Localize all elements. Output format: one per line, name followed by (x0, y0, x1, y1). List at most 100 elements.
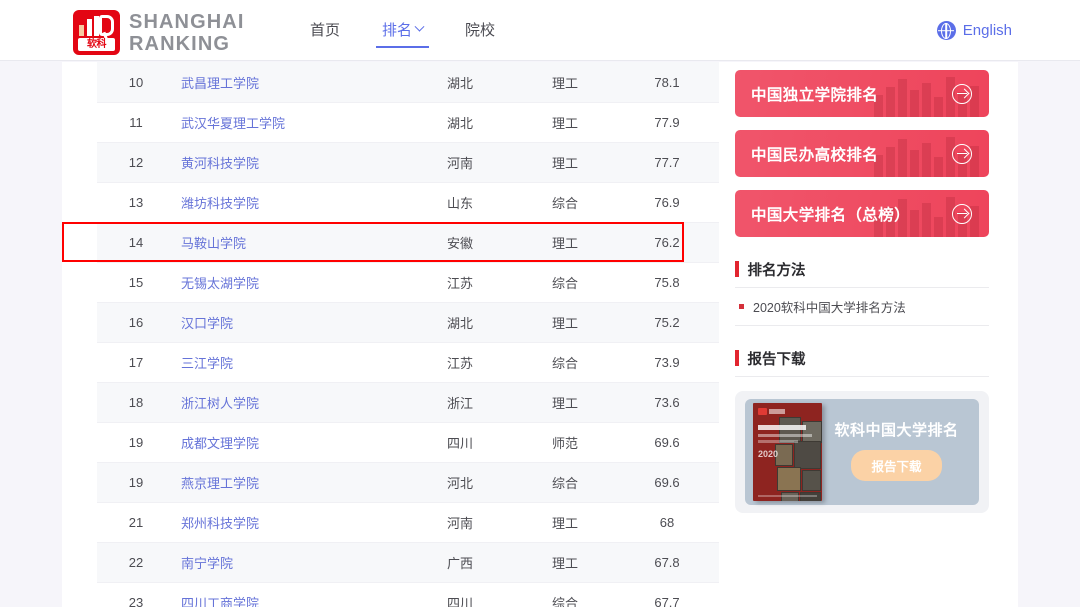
square-bullet-icon (739, 304, 744, 309)
sidebar-banner-3[interactable]: 中国大学排名（总榜） (735, 190, 989, 237)
divider (735, 376, 989, 377)
table-cell-rank: 19 (128, 435, 144, 450)
table-cell-type: 师范 (551, 436, 578, 451)
logo-bars (79, 16, 99, 36)
sidebar: 中国独立学院排名 中国民办高校排名 中国大学排名（总榜） 排名方法 2020软科中国… (735, 70, 989, 513)
table-row[interactable]: 21 郑州科技学院 河南 理工 68 (97, 502, 719, 542)
table-cell-province: 广西 (446, 556, 473, 571)
table-row[interactable]: 23 四川工商学院 四川 综合 67.7 (97, 582, 719, 607)
logo-wordmark: SHANGHAI RANKING (129, 12, 244, 54)
table-cell-type: 理工 (551, 556, 578, 571)
table-cell-university-name[interactable]: 无锡太湖学院 (175, 273, 405, 292)
table-cell-type: 理工 (551, 116, 578, 131)
table-cell-province: 河南 (446, 516, 473, 531)
table-row[interactable]: 19 成都文理学院 四川 师范 69.6 (97, 422, 719, 462)
sidebar-link-ranking-method-2020[interactable]: 2020软科中国大学排名方法 (735, 288, 989, 325)
sidebar-section-title: 报告下载 (747, 351, 806, 368)
table-cell-university-name[interactable]: 郑州科技学院 (175, 513, 405, 532)
table-cell-university-name[interactable]: 三江学院 (175, 353, 405, 372)
table-cell-score: 69.6 (654, 435, 680, 450)
table-cell-score: 75.8 (654, 275, 680, 290)
language-label: English (962, 22, 1012, 39)
table-cell-rank: 11 (129, 115, 143, 130)
report-download-card[interactable]: 2020 软科中国大学排名 报告下载 (735, 391, 989, 513)
table-row[interactable]: 18 浙江树人学院 浙江 理工 73.6 (97, 382, 719, 422)
sidebar-banner-list: 中国独立学院排名 中国民办高校排名 中国大学排名（总榜） (735, 70, 989, 237)
report-card-text-area: 软科中国大学排名 报告下载 (822, 419, 971, 485)
table-cell-score: 67.7 (654, 595, 680, 607)
logo-line-2: RANKING (129, 32, 231, 55)
table-cell-university-name[interactable]: 武汉华夏理工学院 (175, 113, 405, 132)
logo-line-1: SHANGHAI (129, 10, 245, 33)
book-cover-logo (758, 408, 785, 415)
table-cell-province: 四川 (446, 596, 473, 607)
table-cell-university-name[interactable]: 四川工商学院 (175, 593, 405, 607)
table-cell-province: 湖北 (446, 116, 473, 131)
nav-item-rankings[interactable]: 排名 (376, 15, 430, 48)
table-cell-score: 76.2 (654, 235, 680, 250)
table-cell-score: 67.8 (654, 555, 680, 570)
table-cell-university-name[interactable]: 南宁学院 (175, 553, 405, 572)
table-row[interactable]: 10 武昌理工学院 湖北 理工 78.1 (97, 62, 719, 102)
table-cell-type: 综合 (551, 276, 578, 291)
table-cell-score: 78.1 (654, 74, 680, 90)
book-cover-title-bar (758, 425, 806, 430)
table-cell-type: 综合 (551, 596, 578, 607)
sidebar-link-label: 2020软科中国大学排名方法 (753, 301, 906, 315)
table-cell-type: 综合 (551, 196, 578, 211)
book-cover-subtitle-bar-2 (758, 440, 798, 443)
table-cell-score: 73.9 (654, 355, 680, 370)
table-cell-score: 77.9 (654, 115, 680, 130)
main-nav: 首页 排名 院校 (308, 0, 497, 61)
table-row[interactable]: 12 黄河科技学院 河南 理工 77.7 (97, 142, 719, 182)
table-cell-province: 四川 (446, 436, 473, 451)
table-cell-type: 综合 (551, 476, 578, 491)
table-cell-type: 理工 (551, 516, 578, 531)
table-cell-rank: 14 (128, 235, 144, 250)
table-cell-university-name[interactable]: 汉口学院 (175, 313, 405, 332)
table-row[interactable]: 22 南宁学院 广西 理工 67.8 (97, 542, 719, 582)
book-cover-subtitle-bar (758, 434, 812, 437)
table-cell-university-name[interactable]: 成都文理学院 (175, 433, 405, 452)
table-cell-score: 75.2 (654, 315, 680, 330)
report-card-inner: 2020 软科中国大学排名 报告下载 (745, 399, 979, 505)
table-row[interactable]: 16 汉口学院 湖北 理工 75.2 (97, 302, 719, 342)
table-cell-university-name[interactable]: 燕京理工学院 (175, 473, 405, 492)
arrow-circle-right-icon (952, 83, 972, 104)
table-cell-type: 理工 (551, 236, 578, 251)
table-row[interactable]: 11 武汉华夏理工学院 湖北 理工 77.9 (97, 102, 719, 142)
table-cell-university-name[interactable]: 武昌理工学院 (175, 73, 405, 92)
content-shell: 10 武昌理工学院 湖北 理工 78.1 11 武汉华夏理工学院 湖北 理工 77.9 12 黄河科技… (62, 62, 1018, 607)
table-cell-type: 理工 (551, 396, 578, 411)
sidebar-banner-2[interactable]: 中国民办高校排名 (735, 130, 989, 177)
table-row[interactable]: 17 三江学院 江苏 综合 73.9 (97, 342, 719, 382)
nav-item-home[interactable]: 首页 (308, 15, 342, 47)
table-cell-university-name[interactable]: 潍坊科技学院 (175, 193, 405, 212)
table-cell-university-name[interactable]: 浙江树人学院 (175, 393, 405, 412)
logo-chinese-text: 软科 (78, 38, 115, 51)
nav-item-institutions[interactable]: 院校 (463, 15, 497, 47)
sidebar-banner-1[interactable]: 中国独立学院排名 (735, 70, 989, 117)
table-row[interactable]: 15 无锡太湖学院 江苏 综合 75.8 (97, 262, 719, 302)
table-cell-rank: 22 (128, 555, 144, 570)
site-logo[interactable]: 软科 SHANGHAI RANKING (73, 10, 244, 55)
table-cell-province: 河北 (446, 476, 473, 491)
table-cell-province: 江苏 (446, 356, 473, 371)
table-cell-university-name[interactable]: 马鞍山学院 (175, 233, 405, 252)
report-download-button[interactable]: 报告下载 (851, 450, 942, 481)
table-cell-type: 理工 (551, 156, 578, 171)
table-cell-university-name[interactable]: 黄河科技学院 (175, 153, 405, 172)
shanghai-ranking-logo-icon: 软科 (73, 10, 120, 55)
nav-item-institutions-label: 院校 (465, 21, 496, 39)
table-cell-type: 理工 (551, 75, 578, 91)
table-cell-province: 山东 (446, 196, 473, 211)
table-cell-rank: 18 (128, 395, 144, 410)
table-cell-score: 68 (659, 515, 675, 530)
table-row[interactable]: 13 潍坊科技学院 山东 综合 76.9 (97, 182, 719, 222)
language-switcher[interactable]: English (936, 0, 1012, 61)
table-cell-province: 江苏 (446, 276, 473, 291)
table-row[interactable]: 14 马鞍山学院 安徽 理工 76.2 (97, 222, 719, 262)
table-row[interactable]: 19 燕京理工学院 河北 综合 69.6 (97, 462, 719, 502)
table-cell-province: 浙江 (446, 396, 473, 411)
table-cell-rank: 10 (128, 74, 144, 90)
